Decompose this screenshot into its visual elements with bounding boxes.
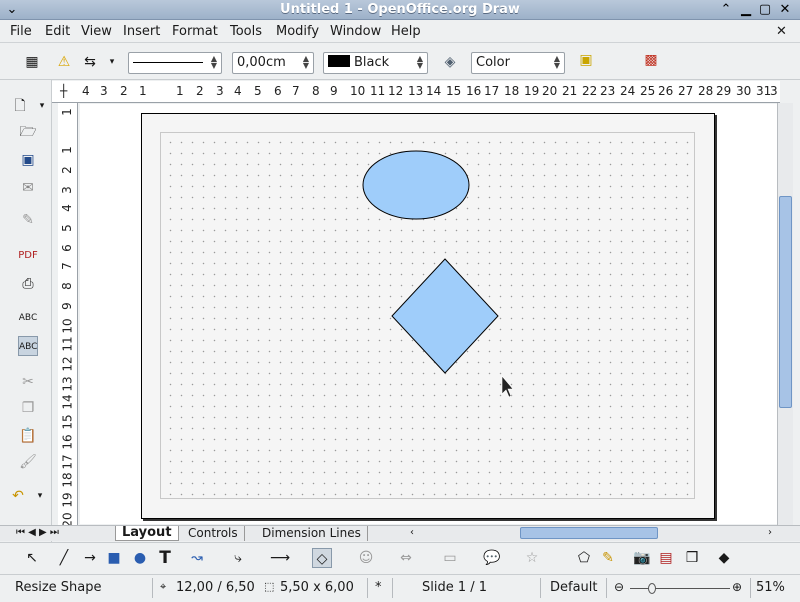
status-separator (606, 578, 607, 598)
scroll-right-icon[interactable]: › (762, 526, 778, 541)
tab-nav-icon[interactable]: ⏮ ◀ ▶ ⏭ (10, 526, 65, 541)
status-separator (152, 578, 153, 598)
align-icon[interactable]: ◆ (714, 548, 734, 568)
diamond-shape[interactable] (391, 258, 499, 374)
gallery-icon[interactable]: ▤ (656, 548, 676, 568)
horizontal-scroll-thumb[interactable] (520, 527, 658, 539)
zoom-out-icon[interactable]: ⊖ (614, 580, 624, 594)
lines-arrows-icon[interactable]: ⟶ (270, 548, 290, 568)
ellipse-shape[interactable] (362, 150, 470, 220)
tab-controls[interactable]: Controls (182, 526, 245, 541)
text-tool-icon[interactable]: T (155, 548, 175, 568)
stars-icon[interactable]: ☆ (522, 548, 542, 568)
flowchart-icon[interactable]: ▭ (440, 548, 460, 568)
rectangle-tool-icon[interactable]: ■ (104, 548, 124, 568)
status-modified[interactable]: * (375, 580, 382, 595)
points-icon[interactable]: ⬠ (574, 548, 594, 568)
status-size: 5,50 x 6,00 (280, 580, 354, 595)
status-bar: Resize Shape ⌖ 12,00 / 6,50 ⬚ 5,50 x 6,0… (0, 574, 800, 602)
zoom-in-icon[interactable]: ⊕ (732, 580, 742, 594)
tab-dimension-lines[interactable]: Dimension Lines (256, 526, 368, 541)
vertical-scroll-thumb[interactable] (779, 196, 792, 408)
ellipse-tool-icon[interactable]: ● (130, 548, 150, 568)
basic-shapes-icon[interactable]: ◇ (312, 548, 332, 568)
symbol-shapes-icon[interactable]: ☺ (356, 548, 376, 568)
select-icon[interactable]: ↖ (22, 548, 42, 568)
layer-tab-bar: ⏮ ◀ ▶ ⏭ Layout Controls Dimension Lines … (0, 525, 800, 541)
from-file-icon[interactable]: 📷 (632, 548, 652, 568)
status-slide: Slide 1 / 1 (422, 580, 488, 595)
glue-points-icon[interactable]: ✎ (598, 548, 618, 568)
drawing-toolbar: ↖ ╱ → ■ ● T ↝ ⤷ ⟶ ◇ ☺ ⇔ ▭ 💬 ☆ ⬠ ✎ 📷 ▤ ❒ … (0, 542, 800, 574)
shapes-layer (362, 150, 514, 398)
size-icon: ⬚ (264, 580, 275, 593)
scroll-left-icon[interactable]: ‹ (404, 526, 420, 541)
status-position: 12,00 / 6,50 (176, 580, 255, 595)
status-layout: Default (550, 580, 598, 595)
block-arrows-icon[interactable]: ⇔ (396, 548, 416, 568)
vertical-scrollbar[interactable] (777, 103, 793, 525)
status-action: Resize Shape (15, 580, 102, 595)
status-separator (392, 578, 393, 598)
curve-tool-icon[interactable]: ↝ (187, 548, 207, 568)
zoom-slider-handle[interactable] (648, 583, 656, 594)
callouts-icon[interactable]: 💬 (482, 548, 502, 568)
zoom-slider[interactable] (630, 588, 730, 589)
arrow-tool-icon[interactable]: → (80, 548, 100, 568)
line-tool-icon[interactable]: ╱ (54, 548, 74, 568)
tab-layout[interactable]: Layout (115, 526, 179, 541)
status-separator (367, 578, 368, 598)
connector-tool-icon[interactable]: ⤷ (228, 548, 248, 568)
mouse-cursor-icon (501, 375, 514, 398)
status-separator (540, 578, 541, 598)
status-separator (750, 578, 751, 598)
status-zoom[interactable]: 51% (756, 580, 785, 595)
position-icon: ⌖ (160, 580, 167, 593)
toggle-extrusion-icon[interactable]: ❒ (682, 548, 702, 568)
